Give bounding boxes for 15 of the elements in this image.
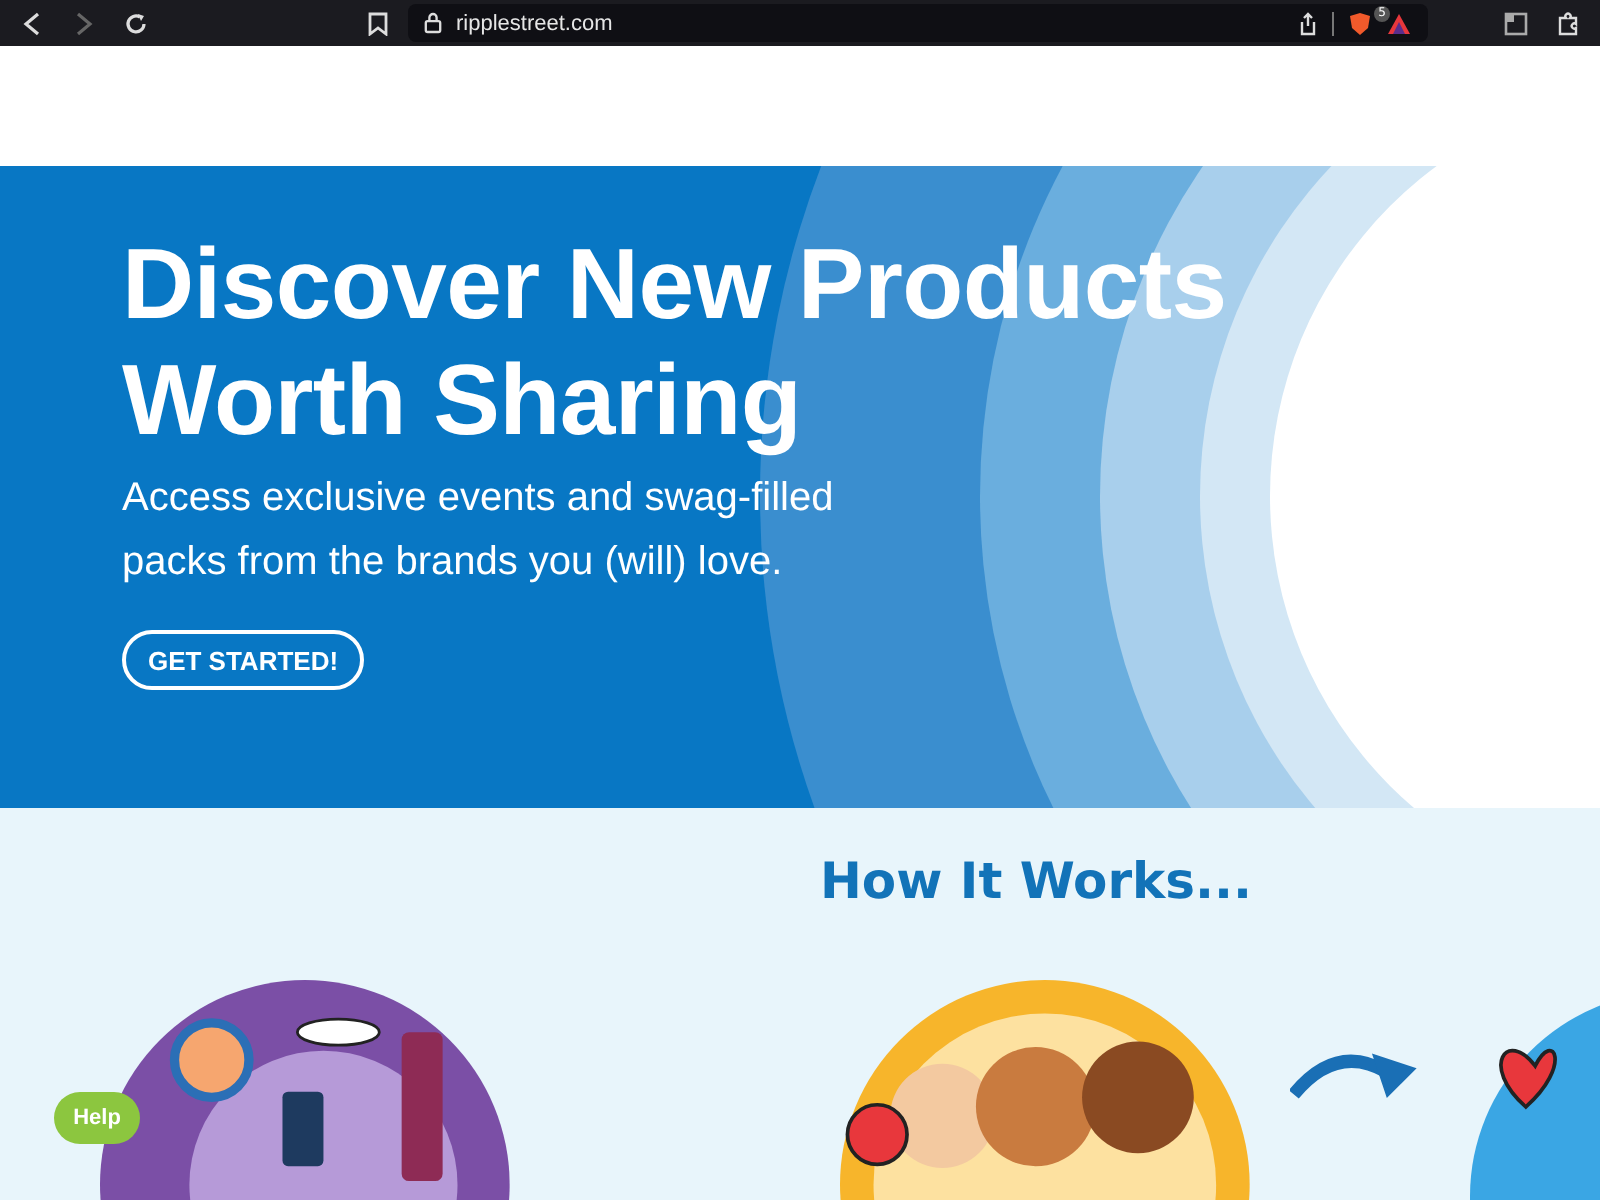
shield-icon[interactable] (1348, 11, 1372, 35)
triangle-icon[interactable] (1386, 11, 1412, 35)
lock-icon (424, 12, 442, 34)
forward-icon[interactable] (72, 11, 96, 35)
hero-subtitle: Access exclusive events and swag-filled packs from the brands you (will) love. (122, 474, 836, 588)
puzzle-icon[interactable] (1556, 11, 1580, 35)
sidebar-icon[interactable] (1504, 11, 1528, 35)
bookmark-icon[interactable] (368, 11, 388, 35)
share-icon[interactable] (1298, 11, 1318, 35)
back-icon[interactable] (20, 11, 44, 35)
url-text: ripplestreet.com (456, 11, 613, 35)
get-started-button[interactable]: GET STARTED! (122, 630, 364, 690)
hero-title: Discover New Products Worth Sharing (122, 226, 1229, 458)
reload-icon[interactable] (124, 11, 148, 35)
section-heading: How It Works... (818, 850, 1255, 914)
